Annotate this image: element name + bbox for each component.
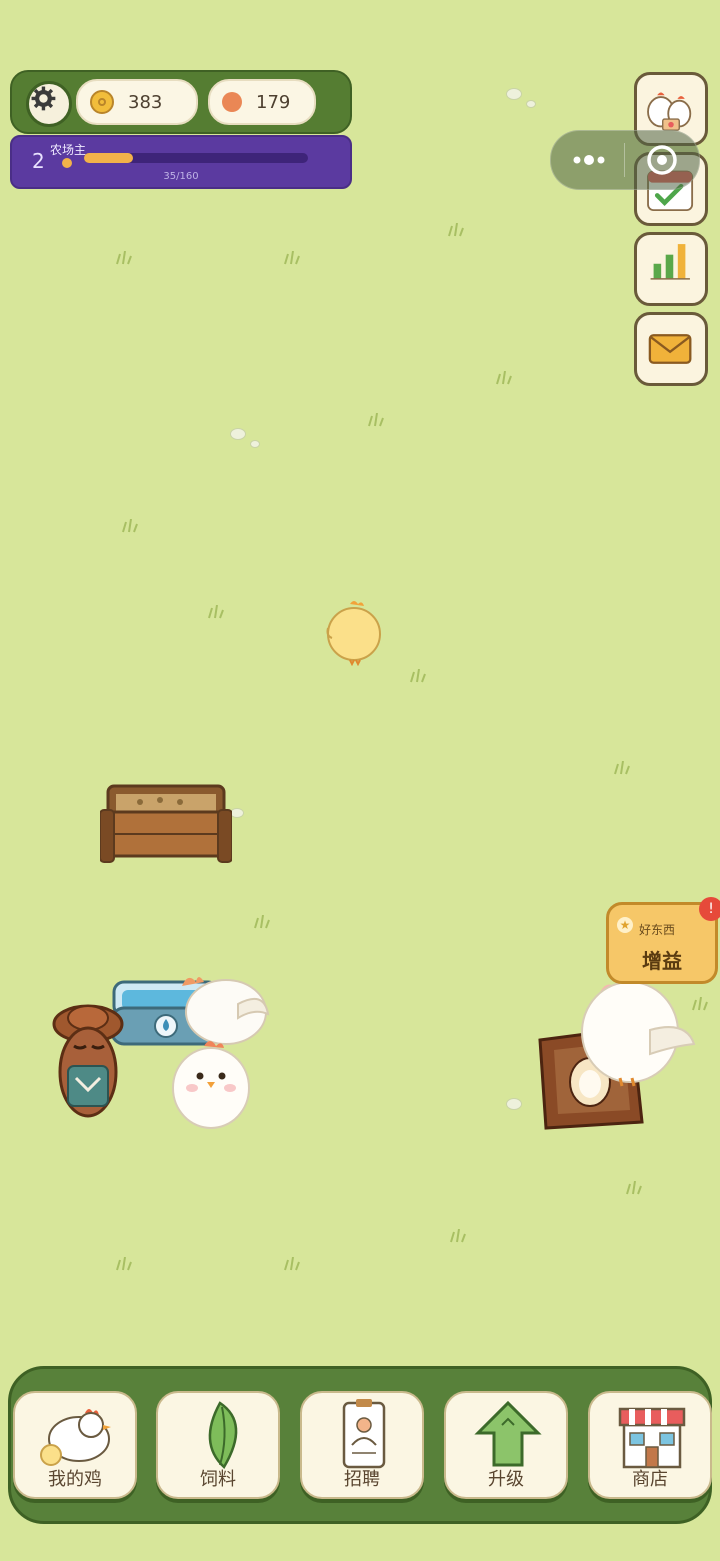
recruit-badge-icon	[342, 1399, 386, 1469]
pebble	[506, 1098, 522, 1110]
pebble	[230, 428, 246, 440]
grass-tuft	[206, 604, 228, 619]
more-menu-button[interactable]	[569, 149, 609, 171]
settings-button[interactable]	[26, 81, 72, 127]
grass-tuft	[252, 914, 274, 929]
bottom-nav: 我的鸡 饲料 招聘 升级 商店	[8, 1366, 712, 1524]
grass-tuft	[624, 1180, 646, 1195]
capsule-divider	[624, 143, 625, 177]
alert-badge: !	[699, 897, 720, 921]
star-icon: ★	[617, 917, 633, 933]
level-number: 2	[32, 149, 45, 173]
xp-text: 35/160	[163, 171, 199, 182]
leaf-icon	[208, 1401, 238, 1469]
pebble	[526, 100, 536, 108]
resource-bar: 383 179	[10, 70, 352, 134]
pebble	[250, 440, 260, 448]
coin-value: 383	[128, 91, 163, 113]
grass-tuft	[446, 222, 468, 237]
grass-tuft	[282, 250, 304, 265]
nav-my-chickens[interactable]: 我的鸡	[13, 1391, 137, 1499]
bonus-title: 好东西	[639, 923, 676, 937]
leaderboard-icon	[650, 244, 690, 280]
pebble	[230, 808, 244, 818]
nav-label: 升级	[488, 1469, 524, 1490]
leaderboard-label: 榜	[705, 285, 720, 300]
mail-icon	[648, 334, 692, 364]
close-miniprogram-button[interactable]	[645, 143, 679, 177]
farmer-character[interactable]	[52, 1002, 124, 1122]
level-progress[interactable]: 2 农场主 35/160	[10, 135, 352, 189]
yellow-chick[interactable]	[324, 598, 384, 667]
white-chick[interactable]	[166, 1036, 256, 1132]
nav-label: 商店	[632, 1469, 668, 1490]
nav-label: 招聘	[344, 1469, 380, 1490]
gem-value: 179	[256, 91, 291, 113]
xp-marker	[62, 158, 72, 168]
miniprogram-capsule	[550, 130, 700, 190]
feed-trough[interactable]	[99, 784, 233, 866]
target-circle-icon	[647, 145, 677, 175]
bonus-label: 增益	[642, 949, 682, 973]
level-title: 农场主	[50, 143, 87, 157]
coin-icon	[90, 90, 114, 114]
leaderboard-button[interactable]: 榜	[634, 232, 708, 306]
grass-tuft	[612, 760, 634, 775]
grass-tuft	[494, 370, 516, 385]
grass-tuft	[120, 518, 142, 533]
gear-icon	[31, 86, 56, 111]
large-white-hen[interactable]	[580, 978, 698, 1090]
grass-tuft	[408, 668, 430, 683]
shop-icon	[618, 1407, 686, 1469]
nav-upgrade[interactable]: 升级	[444, 1391, 568, 1499]
xp-fill	[84, 153, 133, 163]
grass-tuft	[114, 250, 136, 265]
grass-tuft	[448, 1228, 470, 1243]
grass-tuft	[114, 1256, 136, 1271]
xp-track	[84, 153, 308, 163]
chicken-icon	[40, 1409, 111, 1466]
nav-shop[interactable]: 商店	[588, 1391, 712, 1499]
gem-counter[interactable]: 179	[208, 79, 316, 125]
nav-feed[interactable]: 饲料	[156, 1391, 280, 1499]
bonus-badge[interactable]: ★ 好东西 增益 !	[606, 897, 720, 984]
grass-tuft	[282, 1256, 304, 1271]
nav-label: 我的鸡	[48, 1469, 102, 1490]
coin-counter[interactable]: 383	[76, 79, 198, 125]
mail-button[interactable]	[634, 312, 708, 386]
grass-tuft	[366, 412, 388, 427]
upgrade-arrow-icon	[474, 1400, 542, 1467]
orange-orb-icon	[222, 92, 242, 112]
pebble	[506, 88, 522, 100]
nav-label: 饲料	[200, 1469, 236, 1490]
more-dots-icon	[573, 155, 605, 165]
nav-recruit[interactable]: 招聘	[300, 1391, 424, 1499]
